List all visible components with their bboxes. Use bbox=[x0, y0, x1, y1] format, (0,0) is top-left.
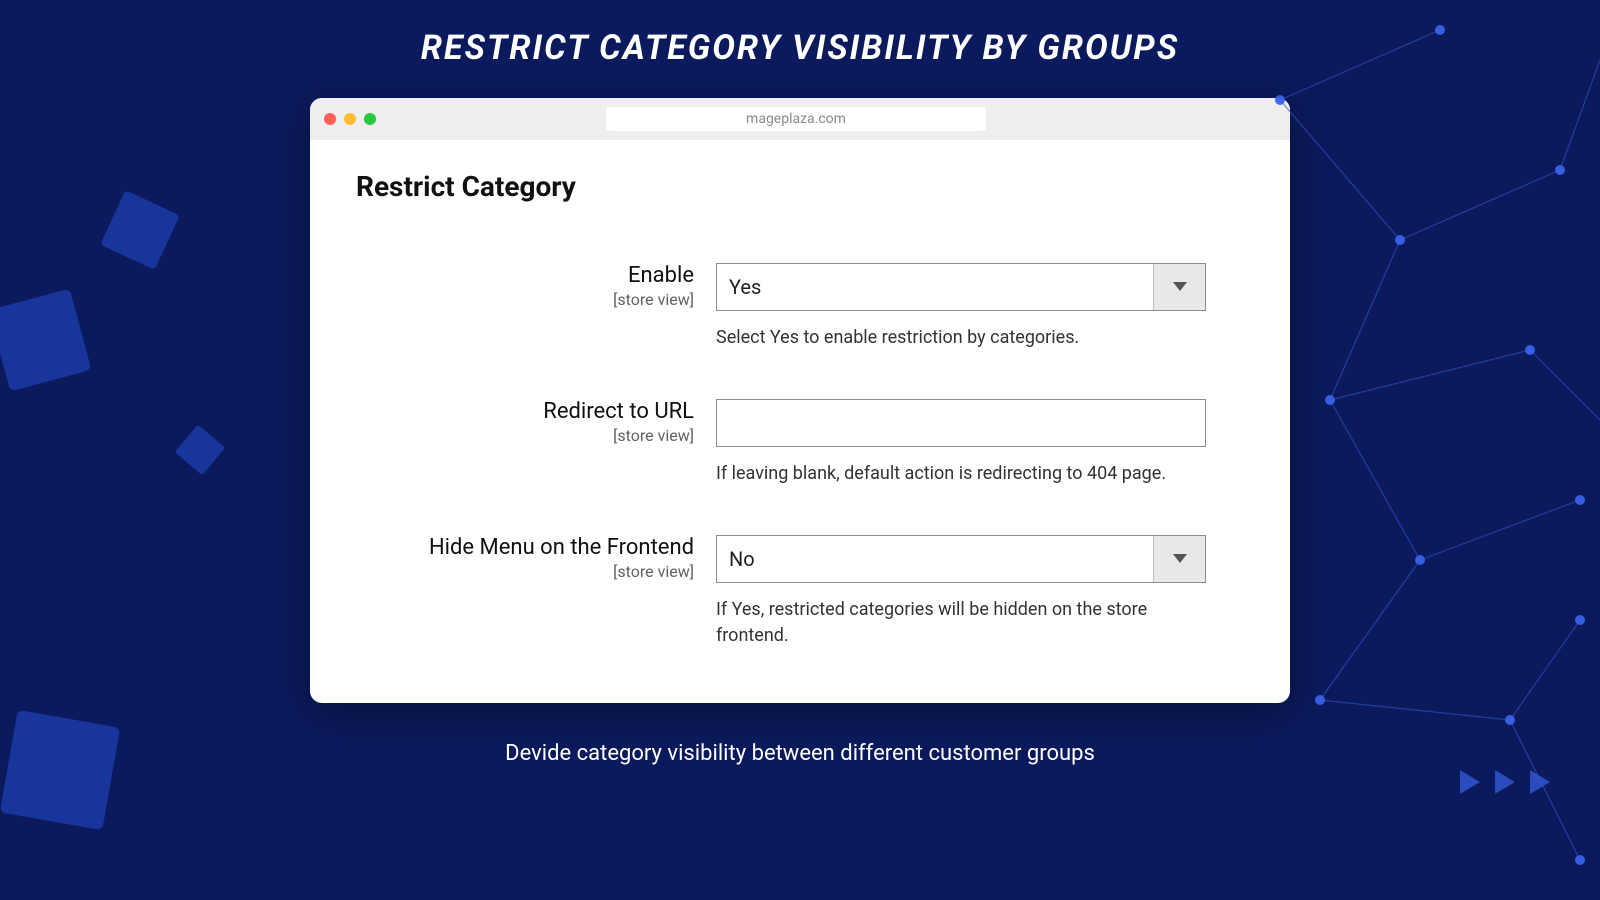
url-text: mageplaza.com bbox=[746, 111, 846, 127]
page-title: RESTRICT CATEGORY VISIBILITY BY GROUPS bbox=[0, 0, 1600, 68]
hidemenu-scope: [store view] bbox=[356, 562, 694, 581]
hidemenu-select-value: No bbox=[717, 547, 1153, 571]
enable-select[interactable]: Yes bbox=[716, 263, 1206, 311]
redirect-label: Redirect to URL bbox=[356, 399, 694, 424]
chevron-down-icon bbox=[1153, 536, 1205, 582]
chevron-down-icon bbox=[1153, 264, 1205, 310]
browser-window: mageplaza.com Restrict Category Enable [… bbox=[310, 98, 1290, 703]
browser-content: Restrict Category Enable [store view] Ye… bbox=[310, 140, 1290, 703]
close-icon[interactable] bbox=[324, 113, 336, 125]
hidemenu-help: If Yes, restricted categories will be hi… bbox=[716, 597, 1206, 649]
label-col: Redirect to URL [store view] bbox=[356, 399, 716, 445]
field-hidemenu: Hide Menu on the Frontend [store view] N… bbox=[356, 535, 1244, 649]
redirect-input[interactable] bbox=[716, 399, 1206, 447]
redirect-help: If leaving blank, default action is redi… bbox=[716, 461, 1206, 487]
section-title: Restrict Category bbox=[356, 170, 1244, 203]
enable-label: Enable bbox=[356, 263, 694, 288]
minimize-icon[interactable] bbox=[344, 113, 356, 125]
field-redirect: Redirect to URL [store view] If leaving … bbox=[356, 399, 1244, 487]
url-bar[interactable]: mageplaza.com bbox=[606, 107, 986, 131]
field-enable: Enable [store view] Yes Select Yes to en… bbox=[356, 263, 1244, 351]
hidemenu-label: Hide Menu on the Frontend bbox=[356, 535, 694, 560]
hidemenu-select[interactable]: No bbox=[716, 535, 1206, 583]
enable-help: Select Yes to enable restriction by cate… bbox=[716, 325, 1206, 351]
label-col: Enable [store view] bbox=[356, 263, 716, 309]
maximize-icon[interactable] bbox=[364, 113, 376, 125]
browser-bar: mageplaza.com bbox=[310, 98, 1290, 140]
page-subtitle: Devide category visibility between diffe… bbox=[0, 741, 1600, 766]
redirect-scope: [store view] bbox=[356, 426, 694, 445]
label-col: Hide Menu on the Frontend [store view] bbox=[356, 535, 716, 581]
enable-select-value: Yes bbox=[717, 275, 1153, 299]
enable-scope: [store view] bbox=[356, 290, 694, 309]
